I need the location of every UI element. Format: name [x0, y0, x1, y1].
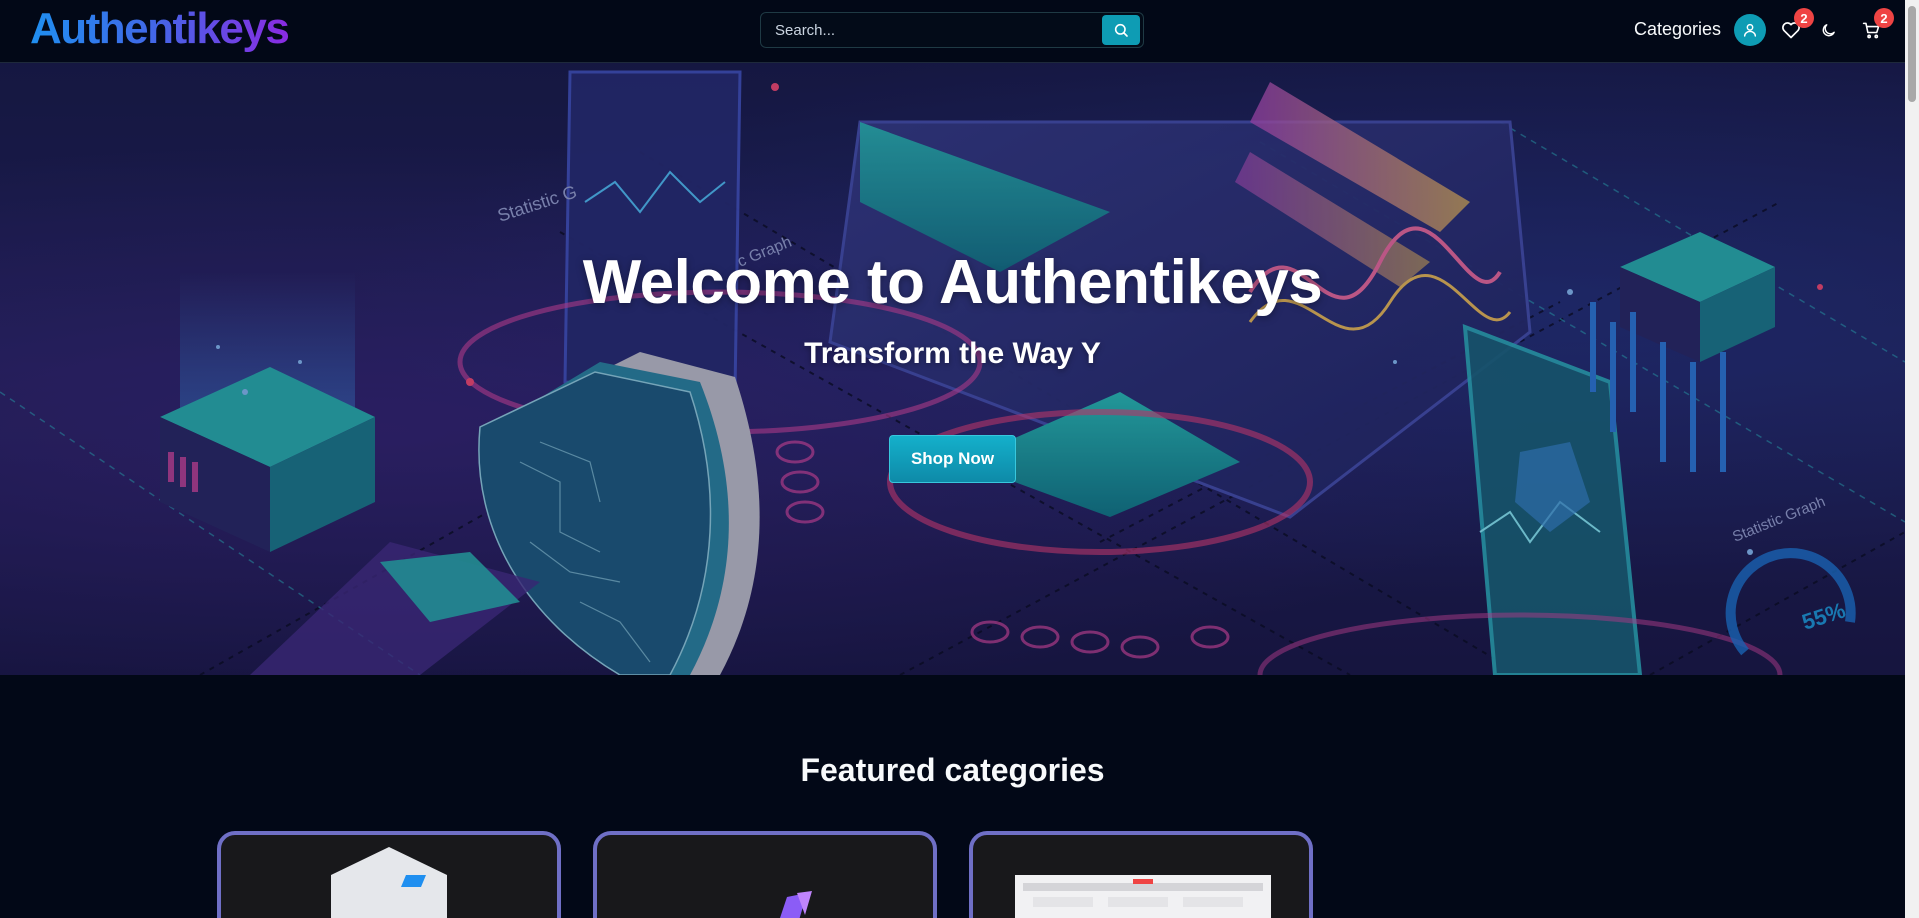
user-icon	[1743, 23, 1757, 37]
page-scrollbar[interactable]	[1905, 0, 1919, 918]
search-button[interactable]	[1102, 15, 1140, 45]
theme-toggle-button[interactable]	[1815, 17, 1841, 43]
hero-title: Welcome to Authentikeys	[582, 248, 1323, 317]
hero-subtitle: Transform the Way Y	[804, 337, 1101, 370]
wishlist-button[interactable]: 2	[1778, 8, 1814, 43]
site-logo[interactable]: Authentikeys	[30, 3, 290, 55]
category-image	[1015, 875, 1271, 918]
page: Authentikeys Categories 2	[0, 0, 1919, 918]
cart-count-badge: 2	[1874, 8, 1894, 28]
category-card[interactable]	[593, 831, 937, 918]
moon-icon	[1822, 23, 1835, 36]
account-button[interactable]	[1734, 14, 1766, 46]
scrollbar-thumb[interactable]	[1908, 6, 1916, 102]
category-image	[780, 891, 812, 918]
search-bar	[760, 12, 1144, 48]
search-input[interactable]	[761, 13, 1101, 47]
site-header: Authentikeys Categories 2	[0, 0, 1905, 63]
category-card[interactable]	[969, 831, 1313, 918]
category-image	[331, 847, 447, 918]
hero-banner: Statistic G c Graph Statistic Graph 55% …	[0, 62, 1905, 675]
shop-now-button[interactable]: Shop Now	[889, 435, 1016, 483]
cart-button[interactable]: 2	[1858, 8, 1894, 43]
featured-categories-heading: Featured categories	[800, 752, 1105, 788]
nav-categories-link[interactable]: Categories	[1634, 19, 1721, 40]
wishlist-count-badge: 2	[1794, 8, 1814, 28]
search-icon	[1114, 23, 1128, 37]
category-card[interactable]	[217, 831, 561, 918]
